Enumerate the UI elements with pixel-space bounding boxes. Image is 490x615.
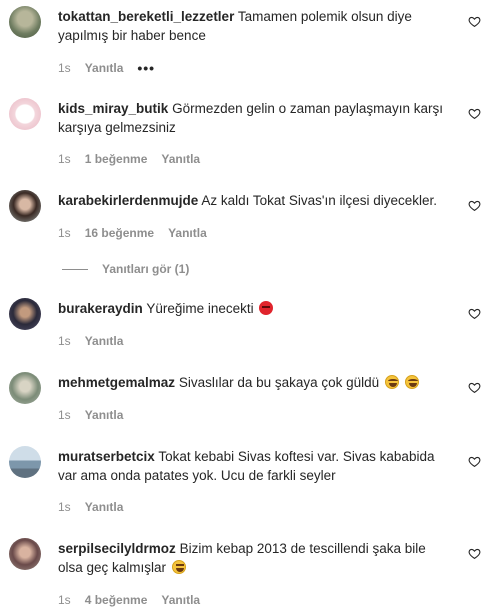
comment-username[interactable]: serpilsecilyldrmoz [58, 541, 176, 556]
heart-icon[interactable] [468, 15, 481, 28]
comment-meta: 1s Yanıtla [58, 500, 137, 514]
comment-body: muratserbetcix Tokat kebabi Sivas koftes… [58, 448, 448, 485]
heart-icon[interactable] [468, 107, 481, 120]
comment-username[interactable]: kids_miray_butik [58, 101, 168, 116]
comment-meta: 1s Yanıtla ••• [58, 60, 169, 76]
reply-button[interactable]: Yanıtla [85, 500, 124, 514]
avatar[interactable] [9, 538, 41, 570]
comment-username[interactable]: muratserbetcix [58, 449, 155, 464]
comment-text: Az kaldı Tokat Sivas'ın ilçesi diyecekle… [201, 193, 438, 208]
heart-icon[interactable] [468, 307, 481, 320]
tears-of-joy-emoji [384, 375, 399, 389]
divider [62, 268, 88, 270]
comment-body: mehmetgemalmaz Sivaslılar da bu şakaya ç… [58, 374, 448, 393]
heart-icon[interactable] [468, 381, 481, 394]
avatar[interactable] [9, 190, 41, 222]
reply-button[interactable]: Yanıtla [85, 408, 124, 422]
comment-body: burakeraydin Yüreğime inecekti [58, 300, 448, 319]
reply-button[interactable]: Yanıtla [161, 593, 200, 607]
comment-time: 1s [58, 593, 71, 607]
view-replies-button[interactable]: Yanıtları gör (1) [62, 262, 189, 276]
reply-button[interactable]: Yanıtla [85, 61, 124, 75]
view-replies-label: Yanıtları gör (1) [102, 262, 190, 276]
comment-meta: 1s 4 beğenme Yanıtla [58, 593, 214, 607]
comment-text: Yüreğime inecekti [146, 301, 254, 316]
reply-button[interactable]: Yanıtla [85, 334, 124, 348]
comment-text: Sivaslılar da bu şakaya çok güldü [178, 375, 380, 390]
comment-body: tokattan_bereketli_lezzetler Tamamen pol… [58, 8, 448, 45]
avatar[interactable] [9, 98, 41, 130]
comment-username[interactable]: mehmetgemalmaz [58, 375, 175, 390]
comment-body: karabekirlerdenmujde Az kaldı Tokat Siva… [58, 192, 448, 211]
more-options-icon[interactable]: ••• [137, 60, 155, 76]
reply-button[interactable]: Yanıtla [161, 152, 200, 166]
heart-icon[interactable] [468, 199, 481, 212]
comment-meta: 1s 16 beğenme Yanıtla [58, 226, 221, 240]
comment-time: 1s [58, 334, 71, 348]
likes-count[interactable]: 16 beğenme [85, 226, 154, 240]
avatar[interactable] [9, 6, 41, 38]
comment-time: 1s [58, 226, 71, 240]
comment-body: serpilsecilyldrmoz Bizim kebap 2013 de t… [58, 540, 448, 577]
likes-count[interactable]: 1 beğenme [85, 152, 148, 166]
avatar[interactable] [9, 372, 41, 404]
comment-username[interactable]: tokattan_bereketli_lezzetler [58, 9, 234, 24]
comment-time: 1s [58, 500, 71, 514]
likes-count[interactable]: 4 beğenme [85, 593, 148, 607]
comment-time: 1s [58, 152, 71, 166]
comment-body: kids_miray_butik Görmezden gelin o zaman… [58, 100, 448, 137]
avatar[interactable] [9, 446, 41, 478]
grinning-face-emoji [171, 559, 186, 574]
comment-meta: 1s Yanıtla [58, 408, 137, 422]
tears-of-joy-emoji [404, 375, 419, 389]
angry-face-emoji [259, 301, 274, 315]
comment-time: 1s [58, 61, 71, 75]
comment-username[interactable]: karabekirlerdenmujde [58, 193, 198, 208]
comment-meta: 1s 1 beğenme Yanıtla [58, 152, 214, 166]
comment-time: 1s [58, 408, 71, 422]
heart-icon[interactable] [468, 547, 481, 560]
avatar[interactable] [9, 298, 41, 330]
heart-icon[interactable] [468, 455, 481, 468]
comment-meta: 1s Yanıtla [58, 334, 137, 348]
reply-button[interactable]: Yanıtla [168, 226, 207, 240]
comment-username[interactable]: burakeraydin [58, 301, 143, 316]
